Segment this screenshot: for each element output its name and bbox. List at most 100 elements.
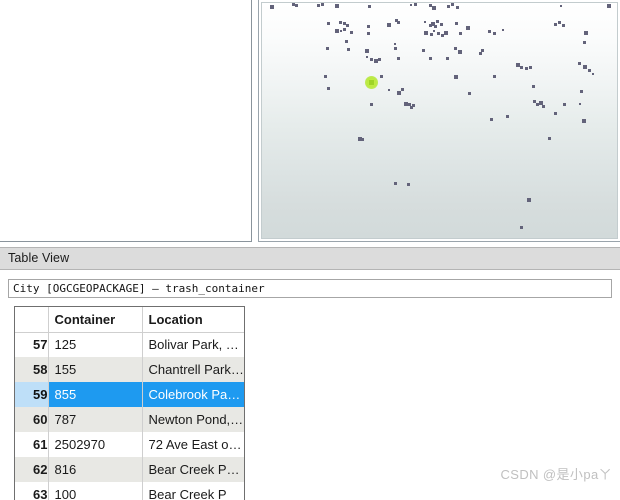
map-point[interactable] xyxy=(270,4,275,9)
map-point[interactable] xyxy=(342,21,346,25)
cell-container[interactable]: 155 xyxy=(48,357,143,382)
map-point[interactable] xyxy=(433,30,436,33)
map-point[interactable] xyxy=(365,48,370,53)
row-number-cell[interactable]: 62 xyxy=(15,457,49,482)
map-point[interactable] xyxy=(370,57,374,61)
map-point[interactable] xyxy=(327,22,331,26)
map-point[interactable] xyxy=(334,29,339,34)
map-canvas[interactable] xyxy=(261,2,618,239)
map-point[interactable] xyxy=(393,46,397,50)
map-point[interactable] xyxy=(349,31,353,35)
map-point[interactable] xyxy=(379,75,383,79)
map-point[interactable] xyxy=(505,114,509,118)
map-point[interactable] xyxy=(360,138,364,142)
map-point[interactable] xyxy=(446,56,450,60)
table-row[interactable]: 57 125 Bolivar Park, … xyxy=(15,332,244,357)
map-point[interactable] xyxy=(532,84,536,88)
map-point[interactable] xyxy=(466,25,470,30)
cell-location[interactable]: Bear Creek P… xyxy=(142,457,244,482)
row-number-cell[interactable]: 58 xyxy=(15,357,49,382)
map-point[interactable] xyxy=(345,39,349,43)
map-point[interactable] xyxy=(386,22,391,27)
table-row[interactable]: 61 2502970 72 Ave East o… xyxy=(15,432,244,457)
map-point[interactable] xyxy=(562,103,566,107)
map-point[interactable] xyxy=(294,4,298,8)
map-canvas-panel[interactable] xyxy=(258,0,620,242)
map-point[interactable] xyxy=(409,106,413,110)
map-point[interactable] xyxy=(459,32,463,36)
map-point[interactable] xyxy=(492,75,496,79)
map-point[interactable] xyxy=(520,65,524,69)
map-point[interactable] xyxy=(378,57,382,61)
map-point[interactable] xyxy=(455,5,459,9)
map-point[interactable] xyxy=(439,22,443,26)
map-point[interactable] xyxy=(539,100,544,105)
cell-location[interactable]: 72 Ave East o… xyxy=(142,432,244,457)
map-point[interactable] xyxy=(338,21,342,24)
map-point[interactable] xyxy=(559,5,562,8)
map-point[interactable] xyxy=(432,6,437,11)
cell-container[interactable]: 100 xyxy=(48,482,143,500)
cell-container[interactable]: 787 xyxy=(48,407,143,432)
column-header-location[interactable]: Location xyxy=(142,307,244,333)
map-point[interactable] xyxy=(321,3,325,6)
map-point[interactable] xyxy=(583,64,588,69)
map-point[interactable] xyxy=(479,52,483,56)
map-point[interactable] xyxy=(457,50,462,55)
map-point[interactable] xyxy=(327,87,331,91)
row-number-cell[interactable]: 61 xyxy=(15,432,49,457)
map-point[interactable] xyxy=(541,105,545,109)
map-point[interactable] xyxy=(592,73,595,76)
map-point[interactable] xyxy=(526,198,531,203)
map-point[interactable] xyxy=(582,40,586,44)
table-row[interactable]: 58 155 Chantrell Park… xyxy=(15,357,244,382)
column-header-rownum[interactable] xyxy=(15,307,49,333)
map-point[interactable] xyxy=(447,4,451,8)
map-point[interactable] xyxy=(317,3,321,7)
layer-name-field[interactable]: City [OGCGEOPACKAGE] – trash_container xyxy=(8,279,612,298)
map-point[interactable] xyxy=(578,61,582,65)
row-number-cell[interactable]: 59 xyxy=(15,382,49,407)
map-point[interactable] xyxy=(325,46,329,50)
map-point[interactable] xyxy=(396,21,400,24)
map-point[interactable] xyxy=(430,33,434,37)
map-point[interactable] xyxy=(520,225,524,229)
column-header-container[interactable]: Container xyxy=(48,307,143,333)
map-point[interactable] xyxy=(346,48,350,52)
map-point[interactable] xyxy=(339,30,342,33)
table-view-titlebar[interactable]: Table View xyxy=(0,247,620,270)
cell-container[interactable]: 2502970 xyxy=(48,432,143,457)
map-point[interactable] xyxy=(467,92,471,96)
map-point[interactable] xyxy=(547,136,551,140)
map-point[interactable] xyxy=(342,28,346,32)
map-point[interactable] xyxy=(413,3,417,7)
map-point[interactable] xyxy=(394,181,398,185)
cell-location[interactable]: Colebrook Pa… xyxy=(142,382,244,407)
map-point[interactable] xyxy=(579,90,583,94)
map-point[interactable] xyxy=(440,34,444,38)
map-point[interactable] xyxy=(397,91,402,96)
map-point[interactable] xyxy=(554,22,558,26)
map-point[interactable] xyxy=(436,20,440,24)
map-point[interactable] xyxy=(454,21,458,25)
cell-container[interactable]: 816 xyxy=(48,457,143,482)
row-number-cell[interactable]: 63 xyxy=(15,482,49,500)
map-point[interactable] xyxy=(433,25,437,29)
cell-location[interactable]: Newton Pond,… xyxy=(142,407,244,432)
table-row[interactable]: 60 787 Newton Pond,… xyxy=(15,407,244,432)
row-number-cell[interactable]: 60 xyxy=(15,407,49,432)
cell-location[interactable]: Chantrell Park… xyxy=(142,357,244,382)
map-point[interactable] xyxy=(453,46,457,50)
map-point[interactable] xyxy=(422,48,426,52)
table-row[interactable]: 62 816 Bear Creek P… xyxy=(15,457,244,482)
map-point[interactable] xyxy=(388,89,391,92)
map-point[interactable] xyxy=(428,3,432,7)
map-point[interactable] xyxy=(607,4,612,9)
map-point[interactable] xyxy=(581,118,586,123)
map-point[interactable] xyxy=(454,75,459,80)
map-point[interactable] xyxy=(400,88,404,92)
map-point[interactable] xyxy=(393,42,396,45)
map-point[interactable] xyxy=(562,23,566,27)
map-point[interactable] xyxy=(409,3,412,6)
table-row[interactable]: 59 855 Colebrook Pa… xyxy=(15,382,244,407)
